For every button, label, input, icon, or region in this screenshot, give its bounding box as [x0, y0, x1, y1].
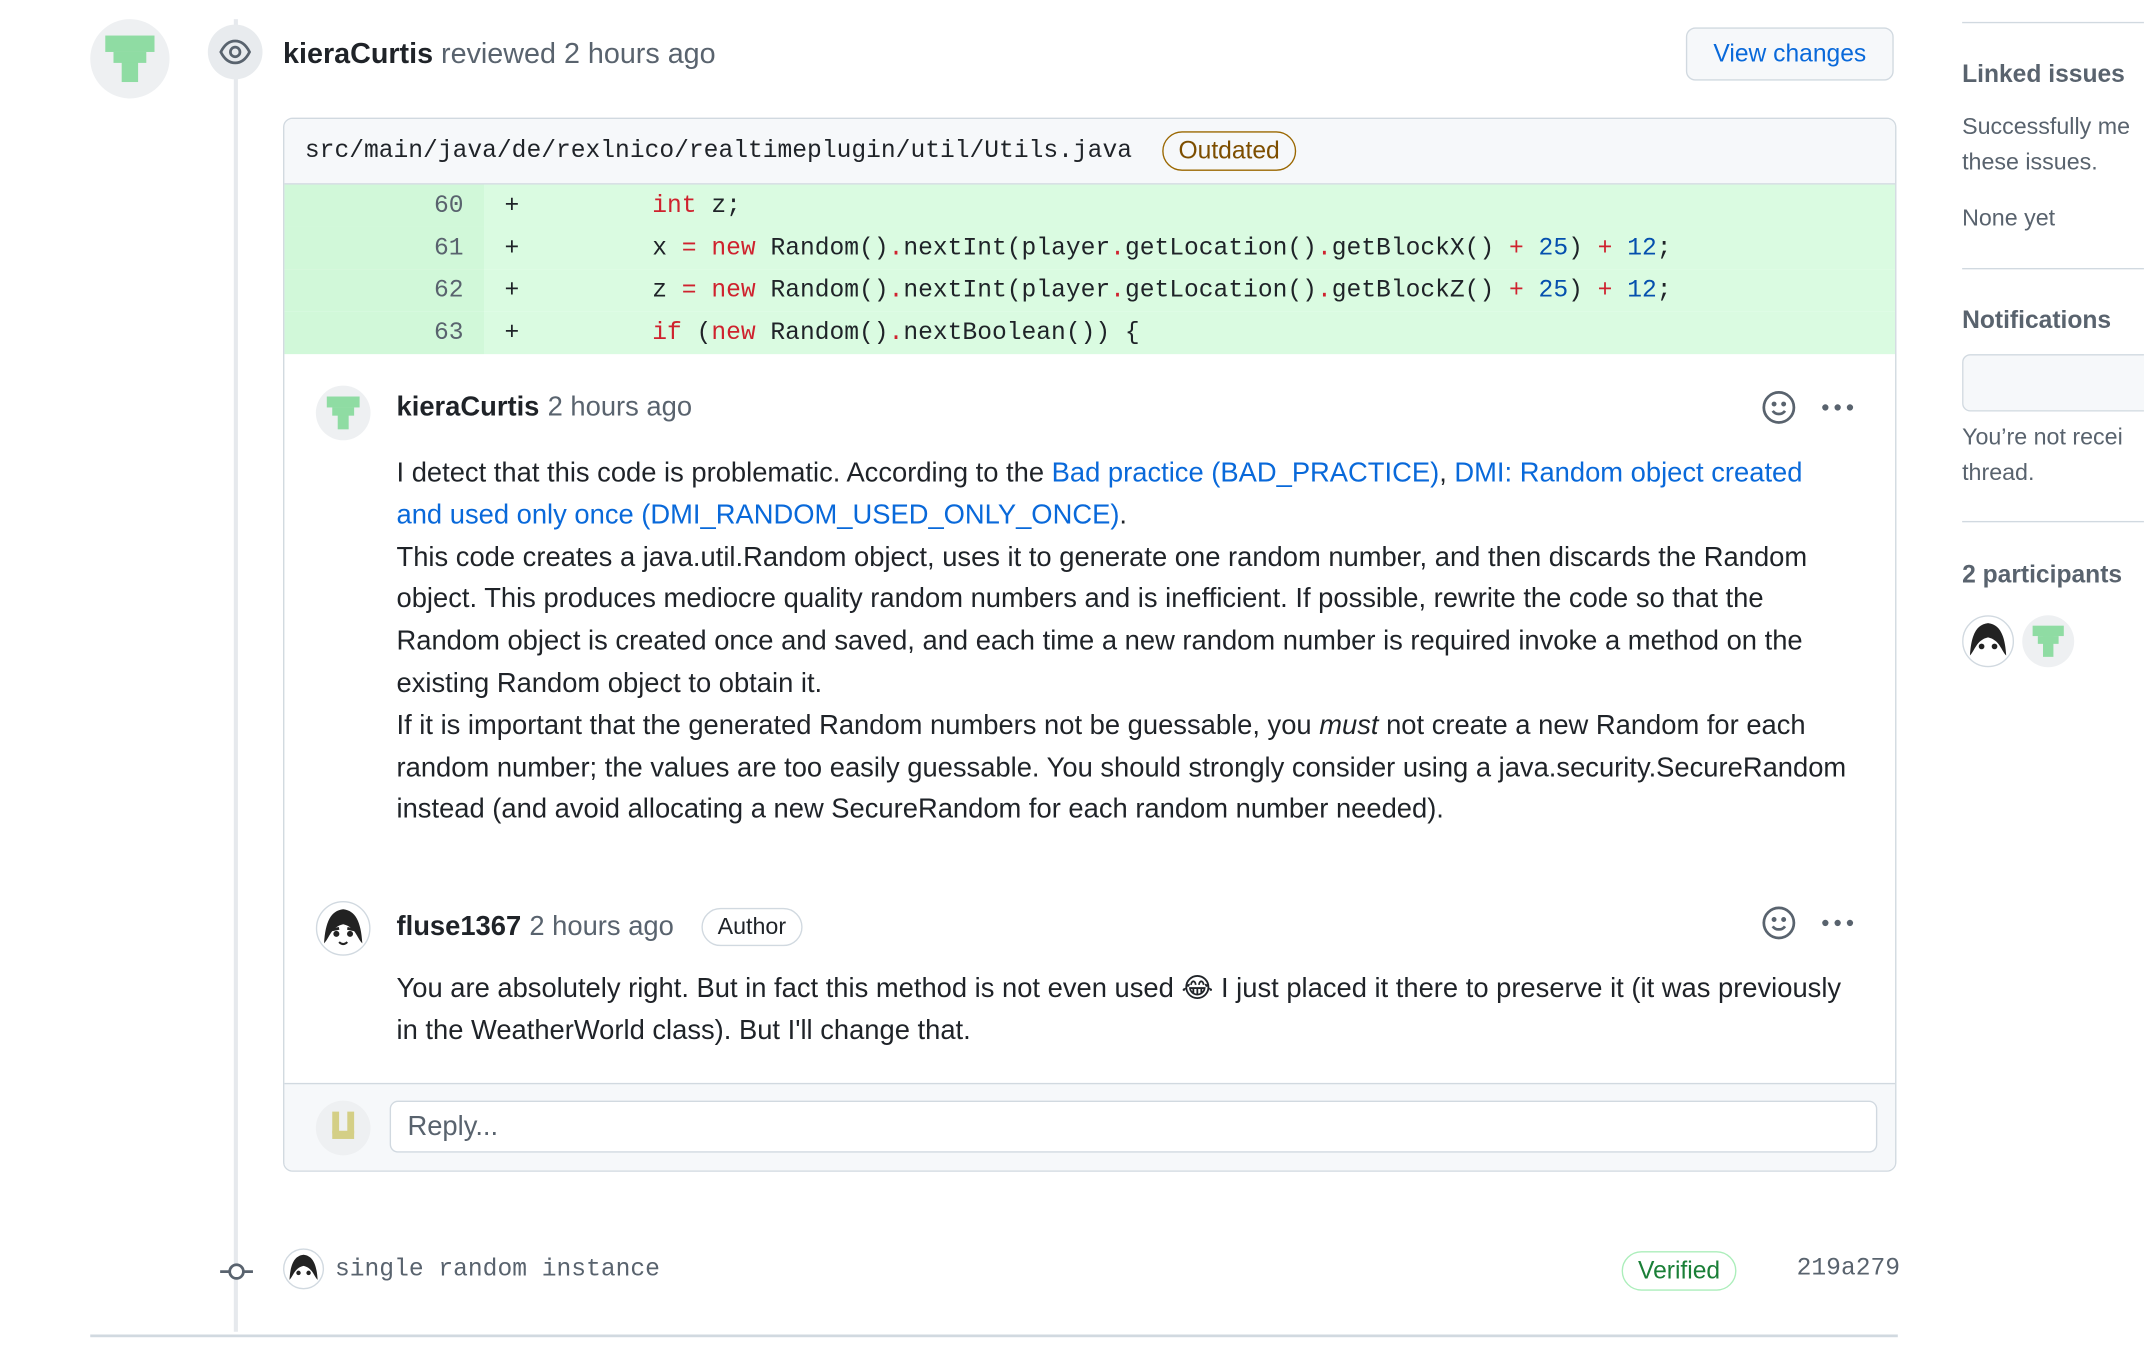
code-line: + x = new Random(). nextInt(player. getLoc… [484, 226, 1896, 270]
comment-header: kieraCurtis 2 hours ago [397, 392, 693, 423]
line-number[interactable]: 61 [284, 226, 485, 270]
timeline-line [233, 19, 238, 1332]
notifications-title: Notifications [1962, 306, 2112, 334]
diff-hunk: 60 + int z; 61 + x = new Random(). nextIn… [284, 184, 1896, 355]
reviewer-avatar[interactable] [90, 19, 170, 99]
linked-issues-title[interactable]: Linked issues [1962, 60, 2125, 89]
view-changes-button[interactable]: View changes [1685, 27, 1894, 81]
divider [1962, 21, 2144, 24]
line-number[interactable]: 63 [284, 311, 485, 355]
diff-line: 61 + x = new Random(). nextInt(player. get… [284, 226, 1896, 270]
commit-icon [219, 1255, 255, 1295]
code-line: + int z; [484, 184, 1896, 227]
participant-avatar[interactable] [2022, 615, 2075, 668]
outdated-badge: Outdated [1162, 131, 1297, 171]
commit-sha[interactable]: 219a279 [1797, 1255, 1900, 1282]
reviewer-name[interactable]: kieraCurtis [283, 38, 433, 69]
author-badge: Author [701, 907, 803, 947]
reply-bar: Reply... [284, 1082, 1896, 1171]
eye-icon [207, 24, 263, 80]
diff-line: 60 + int z; [284, 184, 1896, 227]
notifications-text: thread. [1962, 459, 2035, 486]
stage: kieraCurtis reviewed 2 hours ago View ch… [0, 0, 2144, 1369]
comment-header: fluse1367 2 hours ago Author [397, 907, 803, 947]
notifications-button[interactable] [1962, 354, 2144, 412]
smiley-icon[interactable] [1760, 904, 1798, 942]
linked-issues-text: these issues. [1962, 149, 2098, 176]
review-time[interactable]: 2 hours ago [564, 38, 716, 69]
kebab-icon[interactable] [1819, 904, 1857, 942]
file-path[interactable]: src/main/java/de/rexlnico/realtimeplugin… [305, 137, 1132, 164]
diff-line: 63 + if (new Random(). nextBoolean()) { [284, 311, 1896, 355]
verified-badge[interactable]: Verified [1621, 1251, 1737, 1291]
smiley-icon[interactable] [1760, 388, 1798, 426]
current-user-avatar [315, 1100, 371, 1156]
comment-paragraph: This code creates a java.util.Random obj… [396, 542, 1808, 699]
notifications-text: You’re not recei [1962, 423, 2123, 450]
reply-input[interactable]: Reply... [389, 1100, 1878, 1153]
divider [90, 1334, 1898, 1338]
diff-line: 62 + z = new Random(). nextInt(player. get… [284, 269, 1896, 312]
comment-body: You are absolutely right. But in fact th… [396, 973, 1842, 1046]
code-line: + z = new Random(). nextInt(player. getLoc… [484, 269, 1896, 312]
commit-author-avatar[interactable] [283, 1248, 325, 1290]
linked-issues-text: Successfully me [1962, 113, 2131, 140]
commit-row: single random instance Verified 219a279 [216, 1244, 1900, 1299]
comment-time[interactable]: 2 hours ago [529, 911, 673, 942]
divider [1962, 520, 2144, 523]
laughing-emoji: 😂 [1181, 973, 1214, 1004]
linked-issues-none: None yet [1962, 205, 2056, 232]
comment-author[interactable]: fluse1367 [397, 911, 522, 942]
comment-avatar[interactable] [315, 385, 371, 441]
commit-message[interactable]: single random instance [335, 1257, 660, 1284]
bad-practice-link[interactable]: Bad practice (BAD_PRACTICE) [1052, 458, 1440, 488]
participant-avatar[interactable] [1962, 615, 2015, 668]
comment-body: I detect that this code is problematic. … [397, 453, 1853, 832]
comment-time[interactable]: 2 hours ago [548, 392, 692, 423]
sidebar: Linked issues Successfully me these issu… [1962, 0, 2144, 1369]
comment-paragraph: If it is important that the generated Ra… [396, 710, 1847, 825]
file-header: src/main/java/de/rexlnico/realtimeplugin… [284, 118, 1896, 185]
comment-author[interactable]: kieraCurtis [397, 392, 540, 423]
kebab-icon[interactable] [1819, 388, 1857, 426]
participants-title: 2 participants [1962, 560, 2123, 588]
review-thread: src/main/java/de/rexlnico/realtimeplugin… [283, 117, 1897, 1172]
code-line: + if (new Random(). nextBoolean()) { [484, 311, 1896, 355]
line-number[interactable]: 62 [284, 269, 485, 312]
comment-avatar[interactable] [315, 901, 371, 956]
review-header: kieraCurtis reviewed 2 hours ago [283, 38, 716, 71]
review-action: reviewed [441, 38, 556, 70]
divider [1962, 267, 2144, 270]
line-number[interactable]: 60 [284, 184, 485, 227]
